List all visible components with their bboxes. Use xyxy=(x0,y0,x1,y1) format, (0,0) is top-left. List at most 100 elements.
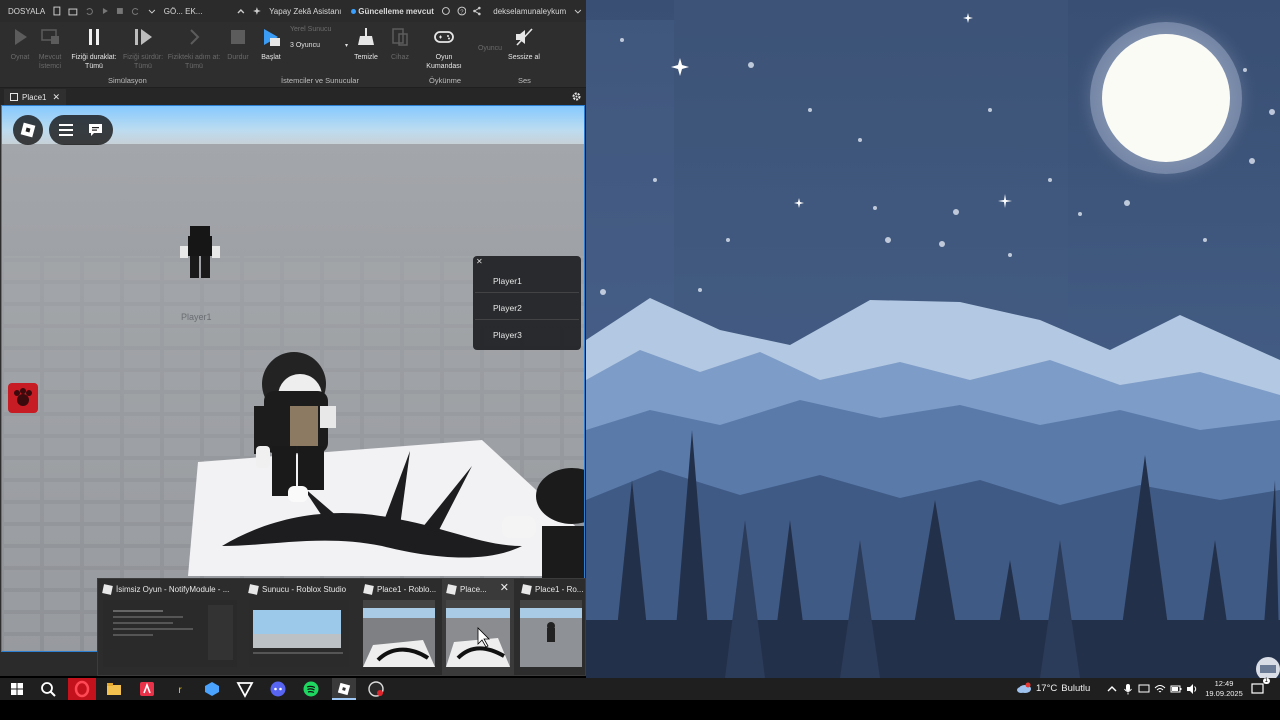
search-icon[interactable] xyxy=(38,679,58,699)
mute-label: Sessize al xyxy=(508,54,540,61)
thumbnail-title: Place1 - Ro... xyxy=(521,583,584,595)
broom-icon xyxy=(358,28,374,45)
notification-center-button[interactable]: 1 xyxy=(1250,678,1270,697)
resume-icon xyxy=(135,29,152,45)
stop-small-icon[interactable] xyxy=(115,6,125,16)
controller-label: Oyun Kumandası xyxy=(426,54,462,70)
paw-icon[interactable] xyxy=(8,383,38,413)
display-icon[interactable] xyxy=(1138,683,1150,695)
roblox-studio-taskbar-button[interactable] xyxy=(332,678,356,700)
discord-icon[interactable] xyxy=(268,679,288,699)
device-icon xyxy=(392,28,408,46)
help-icon[interactable]: ? xyxy=(457,6,467,16)
roblox-top-bar xyxy=(49,115,113,145)
resume-physics-label: Fiziği sürdür: Tümü xyxy=(122,54,164,70)
gear-icon[interactable] xyxy=(571,91,582,102)
close-icon[interactable]: ✕ xyxy=(476,257,483,266)
battery-icon[interactable] xyxy=(1170,683,1182,695)
close-thumbnail-icon[interactable]: ✕ xyxy=(500,581,509,594)
ai-assistant-button[interactable]: Yapay Zekâ Asistanı xyxy=(265,7,345,16)
notification-badge: 1 xyxy=(1262,678,1270,684)
device-button[interactable]: Cihaz xyxy=(380,26,420,62)
server-select[interactable]: Yerel Sunucu xyxy=(288,26,348,37)
chat-icon[interactable] xyxy=(88,123,103,137)
scene-render xyxy=(2,106,584,651)
thumbnail-window[interactable]: İsimsiz Oyun - NotifyModule - ... xyxy=(98,579,242,675)
undo-icon[interactable] xyxy=(84,6,94,16)
vector-app-icon[interactable] xyxy=(235,679,255,699)
roblox-studio-icon xyxy=(446,583,457,595)
opera-icon xyxy=(74,680,90,698)
roblox-menu-button[interactable] xyxy=(13,115,43,145)
thumbnail-window[interactable]: Place1 - Ro... xyxy=(517,579,585,675)
step-icon xyxy=(190,29,200,45)
system-clock[interactable]: 12:49 19.09.2025 xyxy=(1204,679,1244,699)
thumbnail-window[interactable]: Place1 - Roblo... xyxy=(359,579,439,675)
roblox-studio-window: DOSYALA GÖ... EK... Yapay Zekâ Asistanı … xyxy=(0,0,586,676)
microphone-icon[interactable] xyxy=(1122,683,1134,695)
app-r-icon[interactable]: r xyxy=(170,679,190,699)
thumbnail-window-active[interactable]: Place... ✕ xyxy=(442,579,514,675)
dropdown-icon[interactable] xyxy=(573,6,583,16)
opera-taskbar-button[interactable] xyxy=(68,678,96,700)
thumbnail-image xyxy=(103,600,237,667)
players-select[interactable]: 3 Oyuncu ▾ xyxy=(288,42,348,53)
adobe-app-icon[interactable] xyxy=(137,679,157,699)
weather-widget[interactable]: 17°C Bulutlu xyxy=(1016,682,1090,694)
file-menu[interactable]: DOSYALA xyxy=(0,7,49,16)
player-list-item[interactable]: Player1 xyxy=(493,276,522,286)
start-icon xyxy=(264,29,280,46)
close-tab-icon[interactable]: ✕ xyxy=(52,92,60,103)
truncated-menu[interactable]: GÖ... EK... xyxy=(160,7,207,16)
hamburger-menu-icon[interactable] xyxy=(59,124,73,136)
open-file-icon[interactable] xyxy=(68,6,78,16)
tab-place1[interactable]: Place1 ✕ xyxy=(4,89,67,105)
roblox-studio-icon xyxy=(521,583,532,595)
volume-icon[interactable] xyxy=(1186,683,1198,695)
place-icon xyxy=(10,93,18,101)
roblox-studio-icon xyxy=(102,583,113,595)
current-client-label: Mevcut İstemci xyxy=(38,54,62,70)
step-physics-button[interactable]: Fizikteki adım at: Tümü xyxy=(166,26,222,71)
obs-icon[interactable] xyxy=(366,679,386,699)
chevron-up-icon[interactable] xyxy=(1106,683,1118,695)
thumbnail-title-text: Sunucu - Roblox Studio xyxy=(262,584,347,594)
share-icon[interactable] xyxy=(472,6,482,16)
cube-app-icon[interactable] xyxy=(202,679,222,699)
cloud-icon xyxy=(1017,682,1031,693)
thumbnail-image xyxy=(446,600,510,667)
desktop-app-icon[interactable] xyxy=(1250,655,1280,678)
thumbnail-title: Place1 - Roblo... xyxy=(363,583,436,595)
group-emulation-label: Öykünme xyxy=(429,76,462,85)
thumbnail-window[interactable]: Sunucu - Roblox Studio xyxy=(244,579,354,675)
redo-icon[interactable] xyxy=(131,6,141,16)
controller-button[interactable]: Oyun Kumandası xyxy=(422,26,466,71)
game-viewport[interactable]: Player1 ✕ Player1 Player2 Player3 xyxy=(1,105,585,652)
pause-physics-button[interactable]: Fiziği duraklat: Tümü xyxy=(70,26,118,71)
wifi-icon[interactable] xyxy=(1154,683,1166,695)
temperature-text: 17°C xyxy=(1036,682,1058,694)
tab-label: Place1 xyxy=(22,92,47,102)
dropdown-icon[interactable] xyxy=(147,6,157,16)
thumbnail-image xyxy=(520,600,582,667)
start-button[interactable]: Başlat xyxy=(251,26,291,62)
spotify-icon[interactable] xyxy=(301,679,321,699)
mute-button[interactable]: Sessize al xyxy=(504,26,544,62)
play-small-icon[interactable] xyxy=(100,6,110,16)
windows-start-icon[interactable] xyxy=(7,679,27,699)
file-explorer-icon[interactable] xyxy=(104,679,124,699)
resume-physics-button[interactable]: Fiziği sürdür: Tümü xyxy=(120,26,166,71)
chevron-up-icon[interactable] xyxy=(236,6,246,16)
players-select-value: 3 Oyuncu xyxy=(290,42,320,49)
thumbnail-title-text: Place1 - Ro... xyxy=(535,584,584,594)
sync-icon[interactable] xyxy=(441,6,451,16)
pause-icon xyxy=(89,29,99,45)
player-list-item[interactable]: Player3 xyxy=(493,330,522,340)
current-client-button[interactable]: Mevcut İstemci xyxy=(30,26,70,71)
update-available-button[interactable]: Güncelleme mevcut xyxy=(356,7,438,16)
username[interactable]: dekselamunaleykum xyxy=(485,7,570,16)
title-bar: DOSYALA GÖ... EK... Yapay Zekâ Asistanı … xyxy=(0,0,586,22)
player-list-item[interactable]: Player2 xyxy=(493,303,522,313)
new-file-icon[interactable] xyxy=(52,6,62,16)
clock-date: 19.09.2025 xyxy=(1205,689,1243,698)
